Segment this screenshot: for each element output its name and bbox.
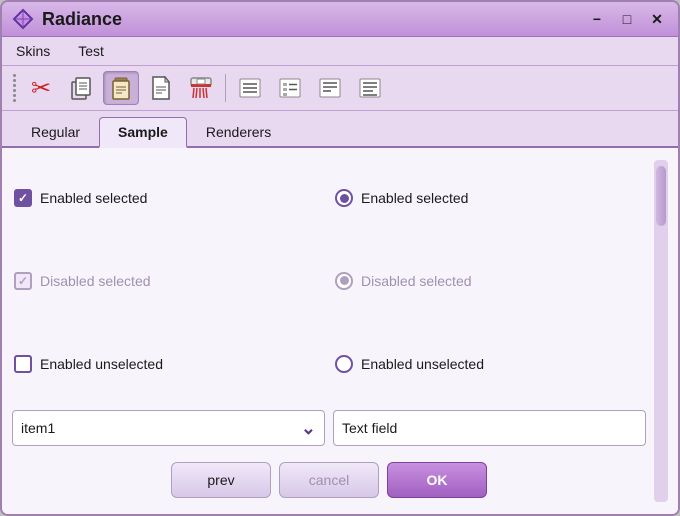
checkbox-enabled-selected[interactable] [14, 189, 32, 207]
close-button[interactable]: ✕ [646, 8, 668, 30]
radio-enabled-unselected-label: Enabled unselected [361, 356, 484, 372]
controls-grid: Enabled selected Enabled selected Disabl… [12, 160, 646, 402]
checkbox-enabled-selected-row: Enabled selected [12, 160, 325, 237]
paste-icon [107, 74, 135, 102]
lines1-icon [236, 74, 264, 102]
scrollbar-thumb[interactable] [656, 166, 666, 226]
input-row: item1 ⌄ [12, 410, 646, 446]
main-window: Radiance − □ ✕ Skins Test ✂ [0, 0, 680, 516]
menu-test[interactable]: Test [72, 41, 110, 61]
cancel-button: cancel [279, 462, 379, 498]
minimize-button[interactable]: − [586, 8, 608, 30]
text-field[interactable] [333, 410, 646, 446]
content-area: Enabled selected Enabled selected Disabl… [2, 148, 678, 514]
ok-label: OK [427, 472, 448, 488]
cancel-label: cancel [309, 472, 349, 488]
radio-enabled-selected-label: Enabled selected [361, 190, 468, 206]
tab-renderers[interactable]: Renderers [187, 117, 290, 146]
checkbox-enabled-selected-label: Enabled selected [40, 190, 147, 206]
lines2-icon [276, 74, 304, 102]
lines4-icon [356, 74, 384, 102]
menu-bar: Skins Test [2, 37, 678, 66]
checkbox-disabled-selected-label: Disabled selected [40, 273, 151, 289]
toolbar-paste-button[interactable] [103, 71, 139, 105]
checkbox-disabled-selected [14, 272, 32, 290]
shredder-icon [187, 74, 215, 102]
checkbox-enabled-unselected[interactable] [14, 355, 32, 373]
tabs-bar: Regular Sample Renderers [2, 111, 678, 148]
lines3-icon [316, 74, 344, 102]
menu-skins[interactable]: Skins [10, 41, 56, 61]
tab-sample[interactable]: Sample [99, 117, 187, 148]
app-icon [12, 8, 34, 30]
prev-label: prev [207, 472, 234, 488]
toolbar-lines2-button[interactable] [272, 71, 308, 105]
copy-icon [67, 74, 95, 102]
document-icon [147, 74, 175, 102]
toolbar-document-button[interactable] [143, 71, 179, 105]
scissors-icon: ✂ [31, 74, 51, 103]
toolbar-separator [225, 74, 226, 102]
radio-disabled-selected-label: Disabled selected [361, 273, 472, 289]
window-title: Radiance [42, 9, 122, 30]
buttons-row: prev cancel OK [12, 454, 646, 502]
dropdown-arrow-icon: ⌄ [301, 418, 316, 439]
title-bar: Radiance − □ ✕ [2, 2, 678, 37]
maximize-button[interactable]: □ [616, 8, 638, 30]
radio-enabled-selected-row: Enabled selected [333, 160, 646, 237]
toolbar-lines3-button[interactable] [312, 71, 348, 105]
title-controls: − □ ✕ [586, 8, 668, 30]
dropdown[interactable]: item1 ⌄ [12, 410, 325, 446]
checkbox-disabled-selected-row: Disabled selected [12, 243, 325, 320]
toolbar-lines4-button[interactable] [352, 71, 388, 105]
radio-enabled-unselected[interactable] [335, 355, 353, 373]
checkbox-enabled-unselected-label: Enabled unselected [40, 356, 163, 372]
toolbar-copy-button[interactable] [63, 71, 99, 105]
radio-disabled-selected [335, 272, 353, 290]
toolbar-scissors-button[interactable]: ✂ [23, 71, 59, 105]
title-left: Radiance [12, 8, 122, 30]
radio-enabled-selected[interactable] [335, 189, 353, 207]
toolbar-grip [10, 70, 19, 106]
ok-button[interactable]: OK [387, 462, 487, 498]
dropdown-value: item1 [21, 420, 55, 436]
radio-disabled-selected-row: Disabled selected [333, 243, 646, 320]
tab-regular[interactable]: Regular [12, 117, 99, 146]
scrollbar[interactable] [654, 160, 668, 502]
checkbox-enabled-unselected-row: Enabled unselected [12, 325, 325, 402]
toolbar-shredder-button[interactable] [183, 71, 219, 105]
toolbar-lines1-button[interactable] [232, 71, 268, 105]
radio-enabled-unselected-row: Enabled unselected [333, 325, 646, 402]
main-panel: Enabled selected Enabled selected Disabl… [12, 160, 646, 502]
prev-button[interactable]: prev [171, 462, 271, 498]
toolbar: ✂ [2, 66, 678, 111]
